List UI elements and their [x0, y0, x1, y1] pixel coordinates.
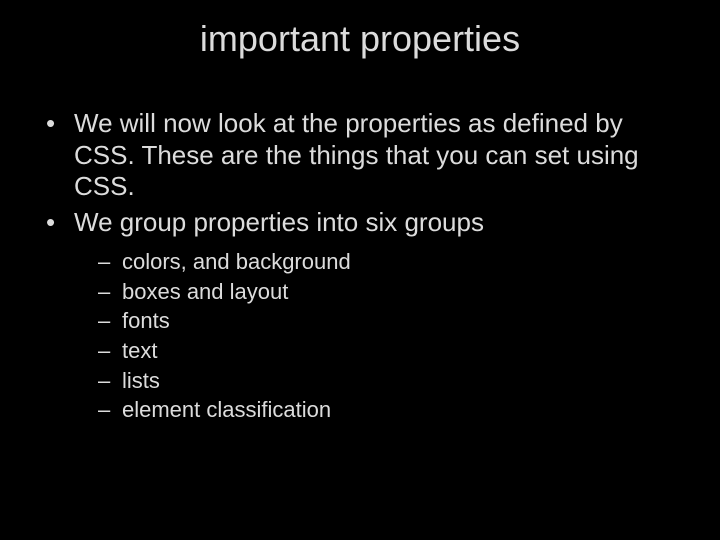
- sub-bullet-item: lists: [98, 366, 680, 396]
- slide: important properties We will now look at…: [0, 0, 720, 540]
- sub-bullet-item: element classification: [98, 395, 680, 425]
- slide-title: important properties: [40, 18, 680, 60]
- sub-bullet-item: boxes and layout: [98, 277, 680, 307]
- main-bullet-item: We group properties into six groups: [46, 207, 680, 239]
- sub-bullet-item: fonts: [98, 306, 680, 336]
- main-bullet-text: We will now look at the properties as de…: [74, 108, 639, 201]
- sub-bullet-text: colors, and background: [122, 249, 351, 274]
- sub-bullet-item: colors, and background: [98, 247, 680, 277]
- sub-bullet-list: colors, and background boxes and layout …: [98, 247, 680, 425]
- sub-bullet-text: element classification: [122, 397, 331, 422]
- sub-bullet-text: text: [122, 338, 157, 363]
- main-bullet-item: We will now look at the properties as de…: [46, 108, 680, 203]
- sub-bullet-item: text: [98, 336, 680, 366]
- sub-bullet-text: fonts: [122, 308, 170, 333]
- main-bullet-text: We group properties into six groups: [74, 207, 484, 237]
- main-bullet-list: We will now look at the properties as de…: [46, 108, 680, 239]
- sub-bullet-text: lists: [122, 368, 160, 393]
- sub-bullet-text: boxes and layout: [122, 279, 288, 304]
